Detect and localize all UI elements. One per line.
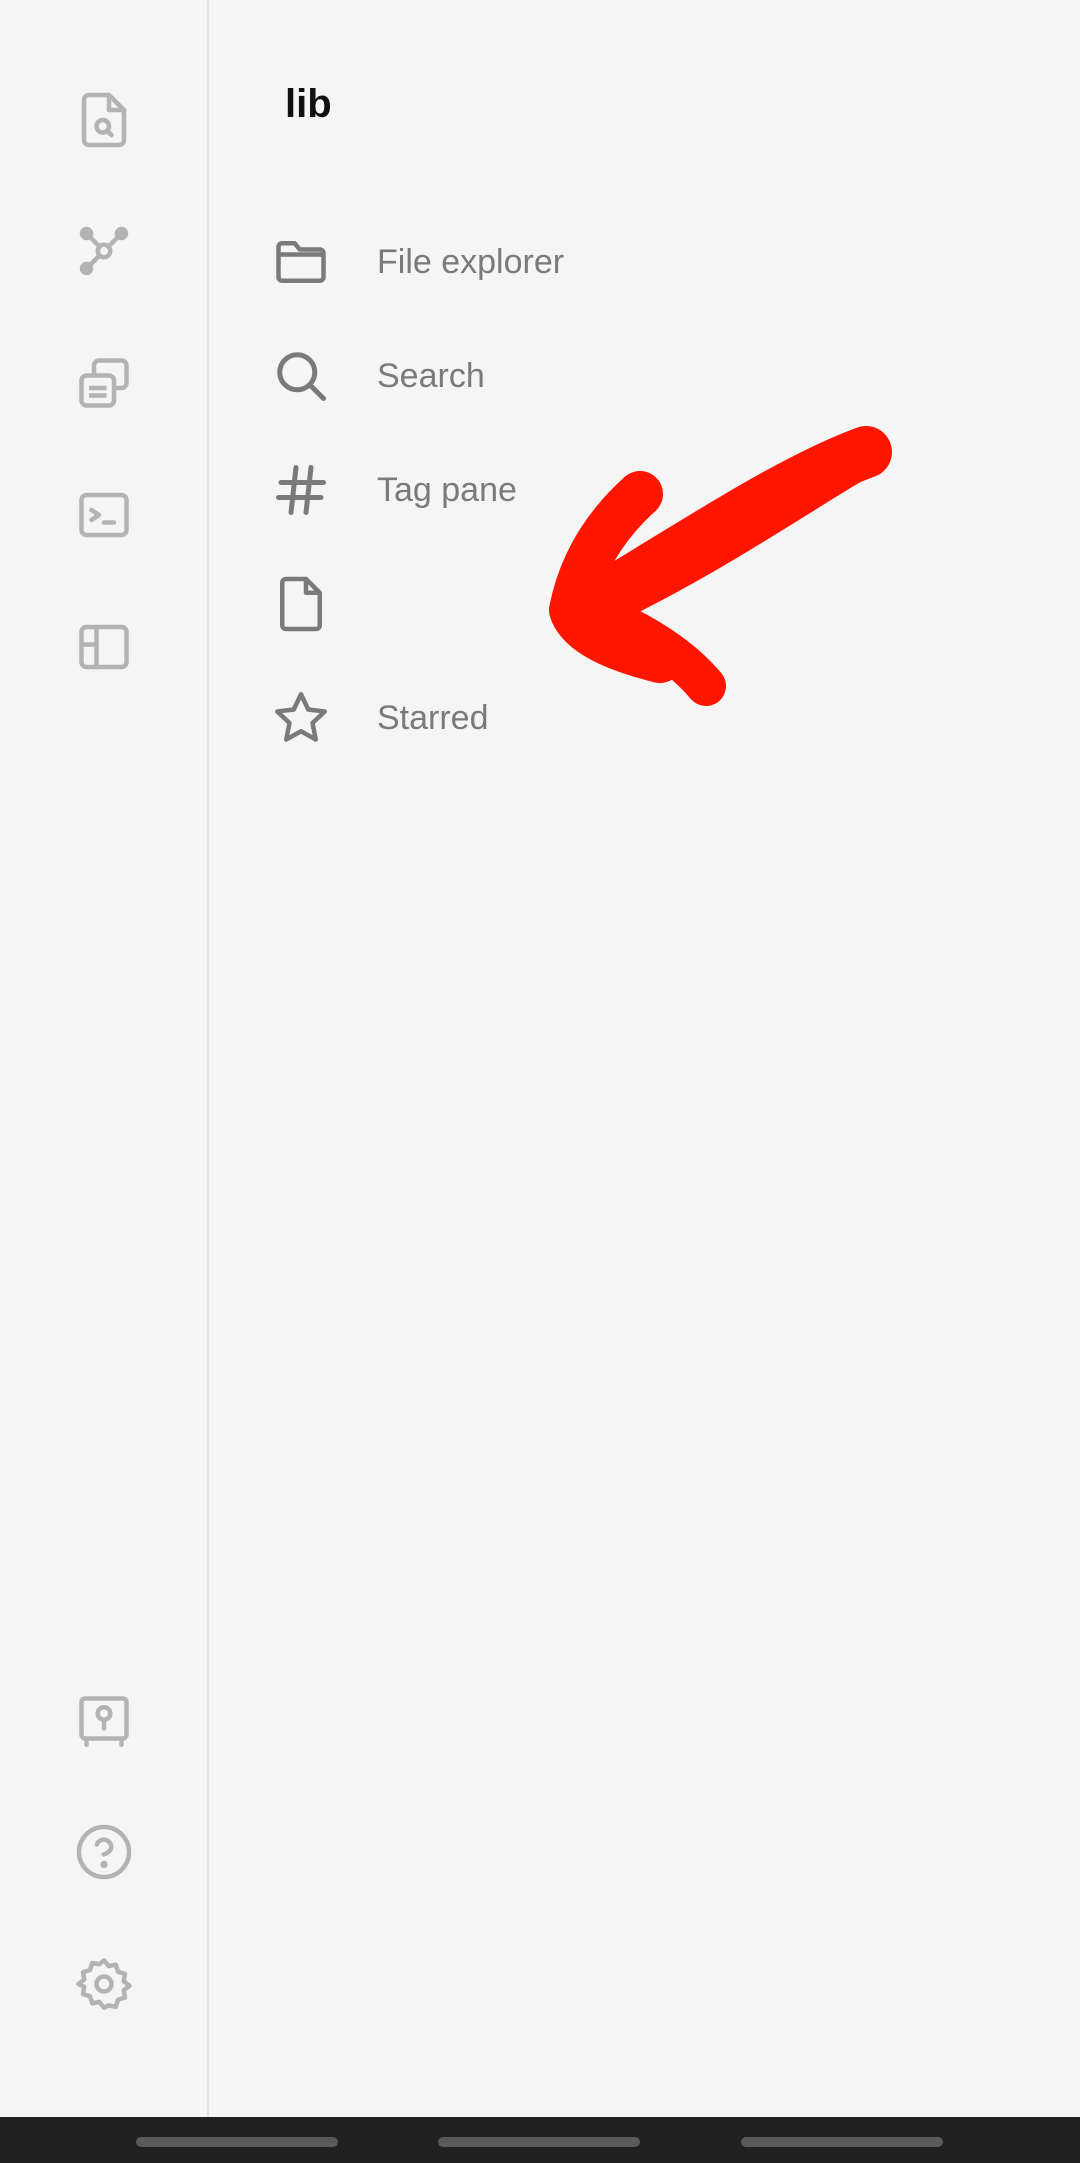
templates-icon — [79, 358, 129, 408]
ribbon — [0, 0, 209, 2117]
templates-button[interactable] — [64, 343, 144, 423]
layout-sidebar-icon — [79, 624, 129, 670]
graph-view-icon — [79, 226, 129, 276]
layout-button[interactable] — [64, 607, 144, 687]
settings-button[interactable] — [64, 1944, 144, 2024]
file-icon — [269, 572, 333, 636]
pane-item-starred[interactable]: Starred — [269, 668, 1049, 768]
pane-item-search[interactable]: Search — [269, 326, 1049, 426]
hash-icon — [269, 458, 333, 522]
quick-switcher-button[interactable] — [64, 80, 144, 160]
pane-item-label: File explorer — [377, 242, 565, 281]
help-icon — [76, 1824, 132, 1880]
pane-item-file[interactable] — [269, 554, 1049, 654]
star-icon — [269, 686, 333, 750]
side-panel: lib File explorer Search Tag pane Starre… — [209, 0, 1080, 2117]
system-nav-bar — [0, 2117, 1080, 2163]
vault-switcher-icon — [79, 1696, 129, 1747]
vault-switcher-button[interactable] — [64, 1681, 144, 1761]
pane-item-label: Search — [377, 356, 485, 395]
folder-icon — [269, 230, 333, 294]
pane-item-file-explorer[interactable]: File explorer — [269, 212, 1049, 312]
command-palette-icon — [79, 492, 129, 538]
vault-name[interactable]: lib — [285, 82, 332, 127]
pane-item-label: Starred — [377, 698, 489, 737]
help-button[interactable] — [64, 1812, 144, 1892]
settings-icon — [76, 1958, 132, 2010]
pane-item-label: Tag pane — [377, 470, 517, 509]
search-icon — [269, 344, 333, 408]
command-palette-button[interactable] — [64, 475, 144, 555]
nav-handle[interactable] — [136, 2137, 338, 2147]
quick-switcher-icon — [81, 92, 127, 148]
graph-view-button[interactable] — [64, 211, 144, 291]
nav-handle[interactable] — [438, 2137, 640, 2147]
pane-item-tag-pane[interactable]: Tag pane — [269, 440, 1049, 540]
nav-handle[interactable] — [741, 2137, 943, 2147]
